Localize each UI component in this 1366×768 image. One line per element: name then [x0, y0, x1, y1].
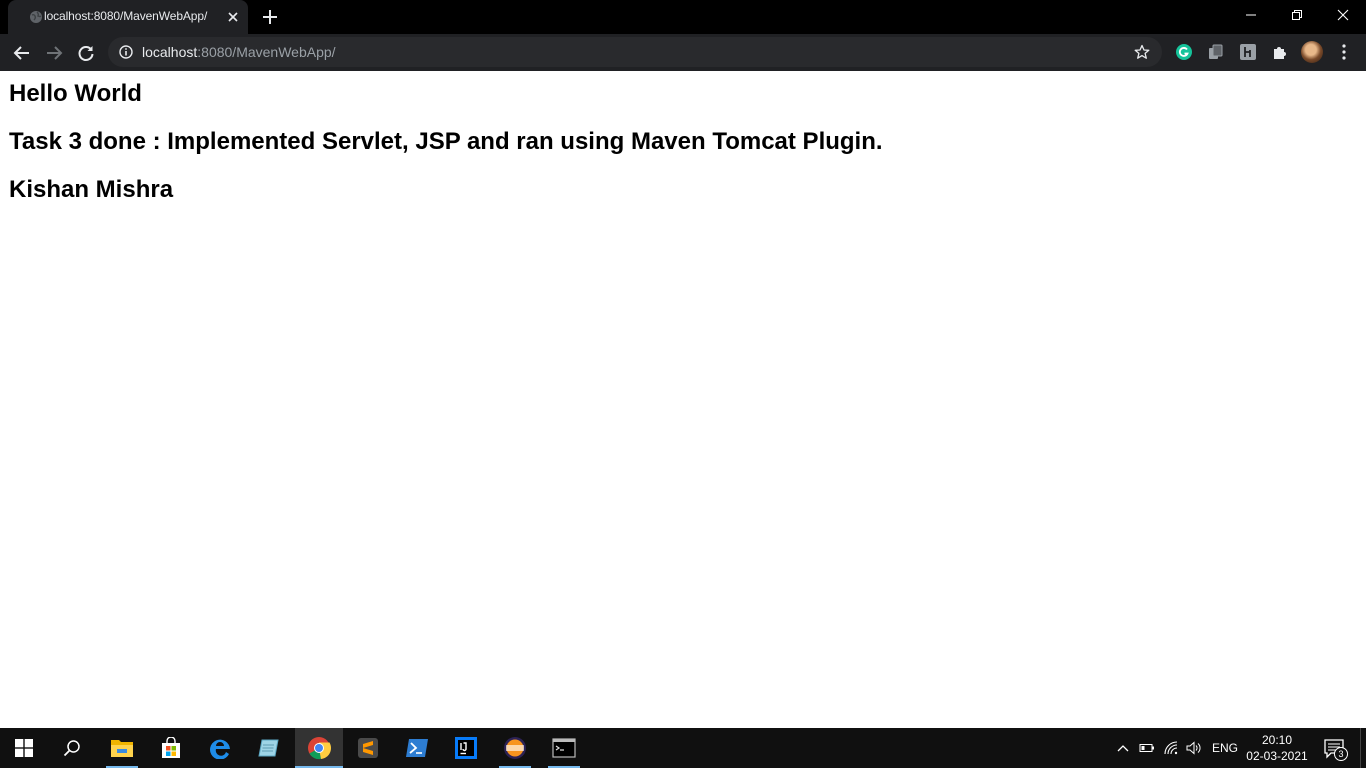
taskbar-file-explorer[interactable]	[98, 728, 146, 768]
taskbar-powershell[interactable]	[393, 728, 441, 768]
store-icon	[162, 737, 180, 758]
browser-toolbar: localhost:8080/MavenWebApp/	[0, 34, 1366, 71]
file-explorer-icon	[111, 740, 133, 757]
back-arrow-icon	[13, 46, 29, 60]
back-button[interactable]	[9, 40, 35, 66]
volume-icon[interactable]	[1186, 740, 1202, 756]
powershell-icon	[406, 739, 428, 757]
tab-title: localhost:8080/MavenWebApp/	[44, 9, 208, 23]
minimize-button[interactable]	[1228, 0, 1274, 30]
wifi-icon[interactable]	[1163, 740, 1179, 756]
url-text: localhost:8080/MavenWebApp/	[142, 44, 336, 60]
taskbar-sublime-text[interactable]	[344, 728, 392, 768]
taskbar-search-button[interactable]	[48, 728, 96, 768]
taskbar-edge[interactable]	[197, 728, 245, 768]
grammarly-extension-icon[interactable]	[1175, 43, 1193, 61]
site-info-icon[interactable]	[119, 45, 133, 59]
taskbar-notepad[interactable]	[245, 728, 293, 768]
forward-arrow-icon	[47, 46, 63, 60]
taskbar-chrome[interactable]	[295, 728, 343, 768]
more-menu-icon[interactable]	[1336, 42, 1352, 62]
browser-tab[interactable]: localhost:8080/MavenWebApp/	[8, 0, 248, 34]
edge-icon	[210, 739, 230, 759]
author-heading: Kishan Mishra	[9, 176, 174, 203]
url-host: localhost	[142, 44, 198, 60]
bookmark-star-icon[interactable]	[1134, 44, 1150, 60]
language-indicator[interactable]: ENG	[1212, 741, 1238, 755]
start-icon	[15, 739, 33, 757]
new-tab-icon[interactable]	[261, 8, 279, 26]
url-path: :8080/MavenWebApp/	[197, 44, 336, 60]
profile-avatar[interactable]	[1301, 41, 1323, 63]
clock-date: 02-03-2021	[1246, 749, 1308, 763]
restore-button[interactable]	[1274, 0, 1320, 30]
sublime-text-icon	[358, 738, 378, 758]
search-icon	[63, 740, 80, 757]
address-bar[interactable]: localhost:8080/MavenWebApp/	[108, 37, 1162, 67]
restore-icon	[1292, 10, 1302, 20]
close-window-button[interactable]	[1320, 0, 1366, 30]
browser-titlebar: localhost:8080/MavenWebApp/	[0, 0, 1366, 34]
start-button[interactable]	[0, 728, 48, 768]
close-tab-icon[interactable]	[225, 9, 241, 25]
notepad-icon	[258, 739, 279, 757]
clock[interactable]: 20:10 02-03-2021	[1240, 732, 1314, 764]
close-icon	[1337, 9, 1349, 21]
task-heading: Task 3 done : Implemented Servlet, JSP a…	[9, 128, 883, 155]
show-desktop-button[interactable]	[1360, 728, 1361, 768]
clock-time: 20:10	[1261, 733, 1293, 747]
reload-button[interactable]	[73, 40, 99, 66]
extensions-puzzle-icon[interactable]	[1271, 43, 1289, 61]
minimize-icon	[1246, 14, 1256, 16]
hello-heading: Hello World	[9, 80, 142, 107]
forward-button[interactable]	[41, 40, 67, 66]
taskbar-eclipse[interactable]	[491, 728, 539, 768]
chrome-icon	[308, 737, 331, 760]
taskbar-store[interactable]	[147, 728, 195, 768]
intellij-icon	[455, 737, 477, 759]
battery-icon[interactable]	[1139, 740, 1155, 756]
reload-icon	[78, 46, 94, 61]
command-prompt-icon	[552, 738, 576, 758]
globe-icon	[30, 11, 42, 23]
web-page-content: Hello World Task 3 done : Implemented Se…	[0, 71, 1366, 728]
taskbar-intellij[interactable]	[442, 728, 490, 768]
h-extension-icon[interactable]	[1239, 43, 1257, 61]
eclipse-icon	[504, 737, 526, 759]
copy-extension-icon[interactable]	[1207, 43, 1225, 61]
show-hidden-icons-chevron-icon[interactable]	[1115, 740, 1131, 756]
taskbar-command-prompt[interactable]	[540, 728, 588, 768]
windows-taskbar: ENG 20:10 02-03-2021 3	[0, 728, 1366, 768]
notification-count-badge: 3	[1334, 747, 1348, 761]
